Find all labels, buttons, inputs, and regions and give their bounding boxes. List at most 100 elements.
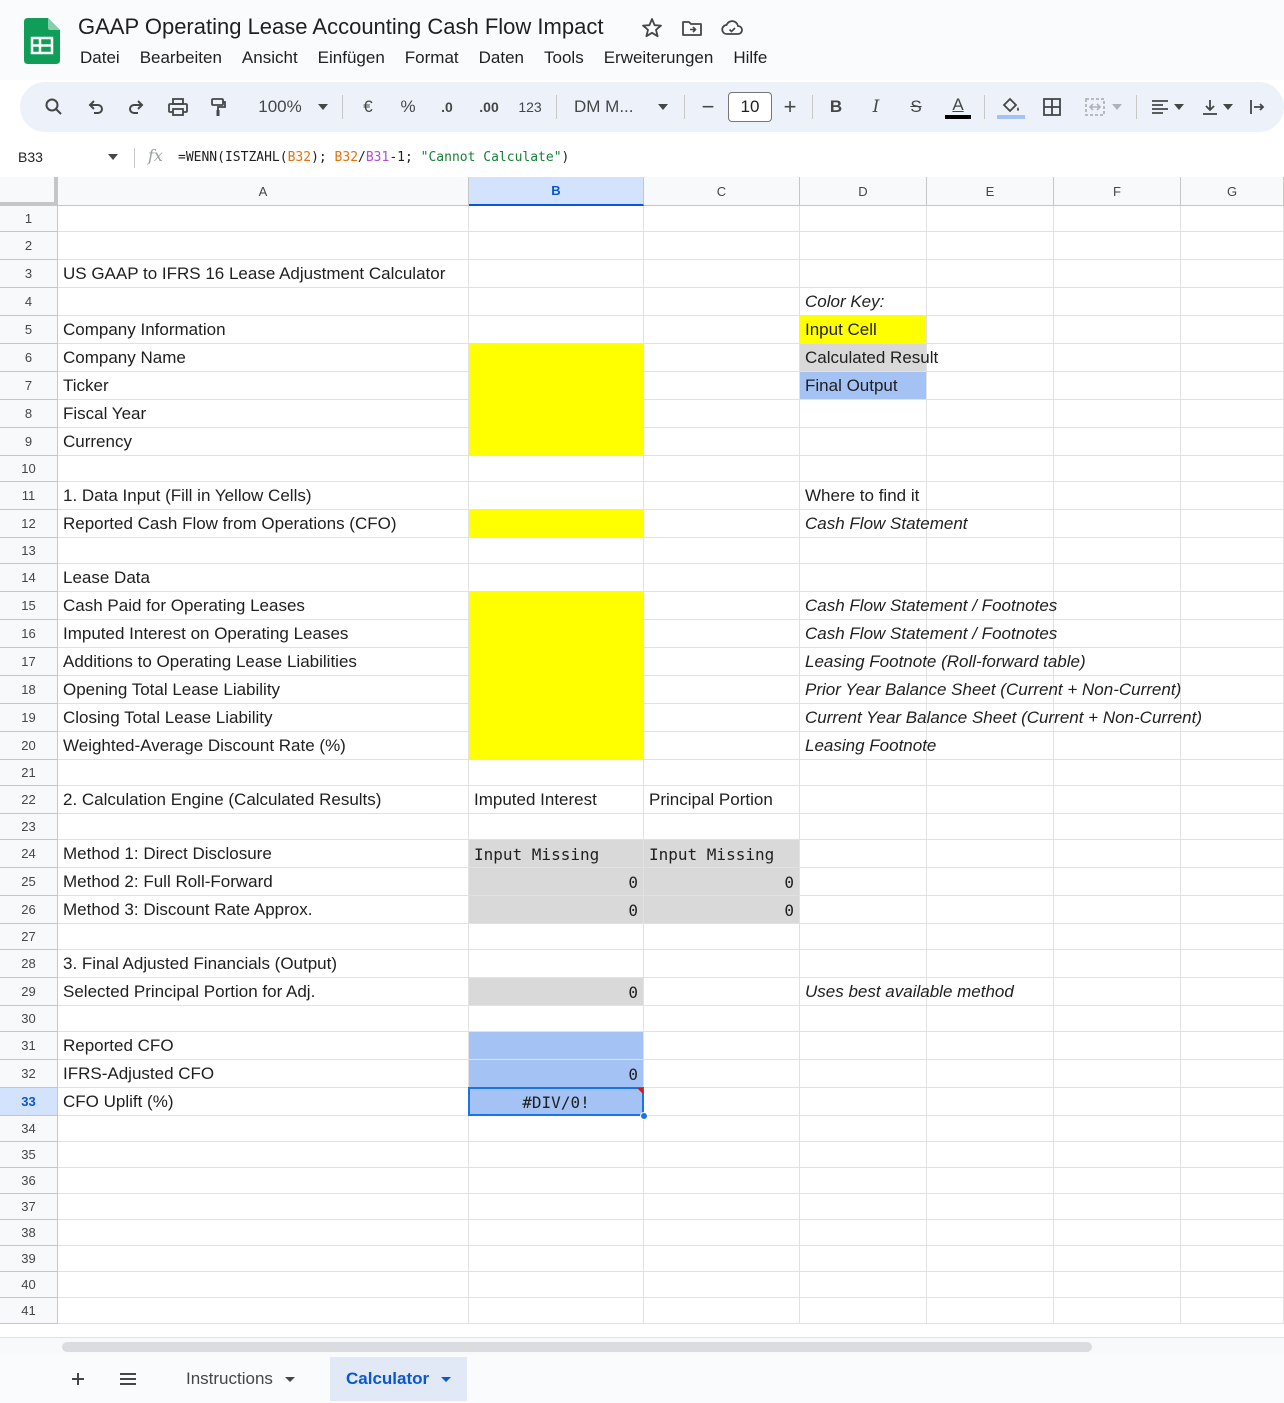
cell-b32[interactable]: 0 [469,1060,643,1088]
row-header-18[interactable]: 18 [0,676,58,704]
row-header-39[interactable]: 39 [0,1246,58,1272]
paint-format-button[interactable] [204,82,232,132]
row-header-15[interactable]: 15 [0,592,58,620]
search-menus-button[interactable] [40,82,68,132]
cell-a8[interactable]: Fiscal Year [58,400,151,428]
cell-b25[interactable]: 0 [469,868,643,896]
row-header-33[interactable]: 33 [0,1088,58,1116]
cell-fill-b9[interactable] [469,428,643,455]
sheet-tab-instructions[interactable]: Instructions [170,1357,311,1401]
add-sheet-button[interactable] [66,1367,90,1391]
scrollbar-thumb[interactable] [62,1342,1092,1352]
row-header-22[interactable]: 22 [0,786,58,814]
sheets-logo-icon[interactable] [24,18,60,64]
row-header-23[interactable]: 23 [0,814,58,840]
cell-a33[interactable]: CFO Uplift (%) [58,1088,179,1116]
row-header-38[interactable]: 38 [0,1220,58,1246]
menu-edit[interactable]: Bearbeiten [130,46,232,70]
cell-d15[interactable]: Cash Flow Statement / Footnotes [800,592,1062,620]
column-header-b[interactable]: B [469,177,644,206]
cell-d5[interactable]: Input Cell [800,316,882,344]
cell-c24[interactable]: Input Missing [644,840,799,868]
menu-format[interactable]: Format [395,46,469,70]
cell-fill-b17[interactable] [469,648,643,675]
cell-a12[interactable]: Reported Cash Flow from Operations (CFO) [58,510,402,538]
row-header-5[interactable]: 5 [0,316,58,344]
italic-button[interactable]: I [862,82,890,132]
cell-fill-b18[interactable] [469,676,643,703]
decrease-font-size-button[interactable]: − [696,82,720,132]
bold-button[interactable]: B [822,82,850,132]
cell-d16[interactable]: Cash Flow Statement / Footnotes [800,620,1062,648]
cell-a6[interactable]: Company Name [58,344,191,372]
row-header-32[interactable]: 32 [0,1060,58,1088]
format-currency-button[interactable]: € [354,82,382,132]
cell-a18[interactable]: Opening Total Lease Liability [58,676,285,704]
formula-input[interactable]: =WENN(ISTZAHL(B32); B32/B31-1; "Cannot C… [178,150,569,165]
text-wrapping-button[interactable] [1246,82,1270,132]
cell-a7[interactable]: Ticker [58,372,114,400]
redo-button[interactable] [122,82,150,132]
cell-a16[interactable]: Imputed Interest on Operating Leases [58,620,353,648]
column-header-a[interactable]: A [58,177,469,206]
cell-fill-b12[interactable] [469,510,643,537]
fill-color-button[interactable] [994,82,1028,132]
column-header-d[interactable]: D [800,177,927,206]
row-header-13[interactable]: 13 [0,538,58,564]
increase-font-size-button[interactable]: + [778,82,802,132]
print-button[interactable] [164,82,192,132]
row-header-14[interactable]: 14 [0,564,58,592]
cell-d19[interactable]: Current Year Balance Sheet (Current + No… [800,704,1207,732]
cell-c25[interactable]: 0 [644,868,799,896]
cell-a3[interactable]: US GAAP to IFRS 16 Lease Adjustment Calc… [58,260,450,288]
cell-a22[interactable]: 2. Calculation Engine (Calculated Result… [58,786,386,814]
cell-b22[interactable]: Imputed Interest [469,786,602,814]
cell-fill-b7[interactable] [469,372,643,399]
cell-a26[interactable]: Method 3: Discount Rate Approx. [58,896,317,924]
undo-button[interactable] [82,82,110,132]
menu-tools[interactable]: Tools [534,46,594,70]
vertical-align-button[interactable] [1196,82,1238,132]
horizontal-scrollbar[interactable] [0,1337,1284,1355]
row-header-8[interactable]: 8 [0,400,58,428]
horizontal-align-button[interactable] [1146,82,1188,132]
row-header-4[interactable]: 4 [0,288,58,316]
cell-d12[interactable]: Cash Flow Statement [800,510,973,538]
cell-fill-b20[interactable] [469,732,643,759]
cloud-status-icon[interactable] [720,16,744,40]
row-header-20[interactable]: 20 [0,732,58,760]
cell-a9[interactable]: Currency [58,428,137,456]
spreadsheet-grid[interactable]: A B C D E F G 1 2 3 4 5 6 7 8 9 10 11 12 13 14 15 16 17 18 19 20 21… [0,177,1284,1337]
all-sheets-button[interactable] [116,1367,140,1391]
cell-a25[interactable]: Method 2: Full Roll-Forward [58,868,278,896]
text-color-button[interactable]: A [942,82,974,132]
cell-b26[interactable]: 0 [469,896,643,924]
cell-fill-b8[interactable] [469,400,643,427]
column-header-e[interactable]: E [927,177,1054,206]
row-header-16[interactable]: 16 [0,620,58,648]
chevron-down-icon[interactable] [108,154,118,160]
cell-fill-b15[interactable] [469,592,643,619]
row-header-30[interactable]: 30 [0,1006,58,1032]
row-header-25[interactable]: 25 [0,868,58,896]
cell-d29[interactable]: Uses best available method [800,978,1019,1006]
decrease-decimal-button[interactable]: .0 [432,82,462,132]
row-header-17[interactable]: 17 [0,648,58,676]
select-all-corner[interactable] [0,177,58,206]
row-header-11[interactable]: 11 [0,482,58,510]
borders-button[interactable] [1038,82,1066,132]
strikethrough-button[interactable]: S [902,82,930,132]
cell-a19[interactable]: Closing Total Lease Liability [58,704,277,732]
cell-a17[interactable]: Additions to Operating Lease Liabilities [58,648,362,676]
row-header-28[interactable]: 28 [0,950,58,978]
cell-c26[interactable]: 0 [644,896,799,924]
star-icon[interactable] [640,16,664,40]
row-header-27[interactable]: 27 [0,924,58,950]
row-header-9[interactable]: 9 [0,428,58,456]
error-indicator-icon[interactable] [637,1088,643,1094]
cell-a24[interactable]: Method 1: Direct Disclosure [58,840,277,868]
row-header-35[interactable]: 35 [0,1142,58,1168]
row-header-10[interactable]: 10 [0,456,58,482]
menu-help[interactable]: Hilfe [723,46,777,70]
name-box[interactable]: B33 [18,149,43,165]
